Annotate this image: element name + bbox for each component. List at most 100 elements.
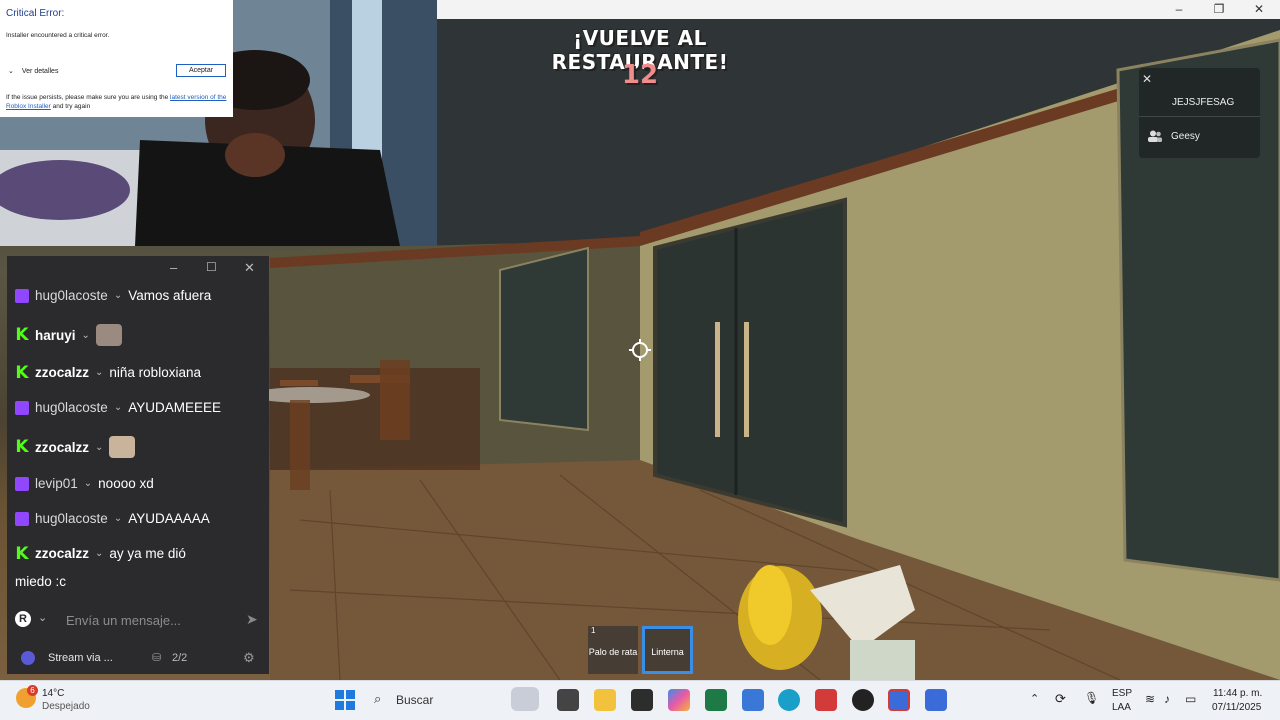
volume-icon[interactable]: ♪: [1164, 692, 1170, 706]
players-panel-label: JEJSJFESAG: [1172, 97, 1235, 108]
game-window-titlebar: – ❐ ✕: [437, 0, 1280, 19]
chevron-down-icon[interactable]: ⌄: [114, 513, 122, 524]
viewers-count: 2/2: [172, 652, 188, 664]
chat-titlebar: – ☐ ✕: [7, 256, 269, 282]
chat-message: hug0lacoste ⌄ AYUDAMEEEE: [15, 400, 221, 415]
accept-button[interactable]: Aceptar: [176, 64, 226, 77]
player-row[interactable]: Geesy: [1148, 130, 1200, 142]
slot-item-name: Linterna: [651, 647, 684, 657]
crosshair-icon: [629, 339, 651, 361]
language-bottom[interactable]: LAA: [1112, 702, 1131, 713]
chat-message-continuation: miedo :c: [15, 574, 66, 589]
slot-item-name: Palo de rata: [588, 647, 638, 657]
footer-text: If the issue persists, please make sure …: [6, 94, 169, 101]
chevron-down-icon: ⌄: [8, 68, 14, 75]
critical-error-dialog: Critical Error: Installer encountered a …: [0, 0, 233, 117]
roblox-player-icon[interactable]: [925, 689, 947, 711]
restream-icon: R: [15, 611, 31, 627]
twitch-icon: [15, 511, 29, 526]
weather-temp[interactable]: 14°C: [42, 688, 64, 699]
roblox-icon[interactable]: [888, 689, 910, 711]
kick-icon: K: [15, 325, 29, 345]
search-label: Buscar: [396, 693, 434, 707]
copilot-icon[interactable]: [668, 689, 690, 711]
edge-icon[interactable]: [778, 689, 800, 711]
dialog-title: Critical Error:: [6, 8, 65, 19]
chevron-down-icon[interactable]: ⌄: [114, 290, 122, 301]
minimize-button[interactable]: –: [1159, 0, 1199, 19]
sync-icon[interactable]: ⟳: [1055, 691, 1066, 707]
chevron-up-icon[interactable]: ⌃: [1030, 692, 1039, 705]
send-icon[interactable]: ➤: [246, 611, 258, 628]
slot-number: 1: [591, 626, 596, 635]
chat-text: miedo :c: [15, 574, 67, 589]
file-explorer-icon[interactable]: [594, 689, 616, 711]
start-icon[interactable]: [335, 690, 355, 710]
chevron-down-icon[interactable]: ⌄: [82, 330, 90, 341]
kick-icon: K: [15, 362, 29, 383]
chat-username[interactable]: levip01: [35, 476, 78, 491]
todo-icon[interactable]: [742, 689, 764, 711]
players-panel: ✕ JEJSJFESAG Geesy: [1139, 68, 1260, 158]
hotbar-slot-1[interactable]: 1 Palo de rata: [588, 626, 638, 674]
microphone-icon[interactable]: 🎙: [1084, 691, 1099, 705]
cat-emote-icon: [95, 324, 122, 346]
chevron-down-icon[interactable]: ⌄: [84, 478, 92, 489]
chat-window: – ☐ ✕ hug0lacoste ⌄ Vamos afuera K haruy…: [7, 256, 269, 674]
clock-date[interactable]: 07/11/2025: [1212, 702, 1261, 713]
stream-icon: [21, 651, 35, 665]
footer-suffix: and try again: [52, 103, 91, 110]
chat-input-placeholder: Envía un mensaje...: [66, 613, 181, 628]
search-highlight-icon: [511, 687, 539, 711]
chevron-down-icon[interactable]: ⌄: [95, 367, 103, 378]
hotbar-slot-2[interactable]: Linterna: [642, 626, 693, 674]
restore-button[interactable]: ❐: [1199, 0, 1239, 19]
chat-message: hug0lacoste ⌄ Vamos afuera: [15, 288, 211, 303]
chat-input[interactable]: R ⌄ Envía un mensaje... ➤: [7, 605, 269, 635]
stream-label[interactable]: Stream via ...: [48, 652, 113, 664]
close-icon[interactable]: ✕: [1142, 72, 1152, 86]
maximize-button[interactable]: ☐: [206, 260, 217, 274]
clock-time[interactable]: 11:44 p. m.: [1213, 688, 1262, 699]
roblox-studio-icon[interactable]: [815, 689, 837, 711]
chat-text: Vamos afuera: [128, 288, 212, 303]
terminal-icon[interactable]: [557, 689, 579, 711]
chat-message: K zzocalzz ⌄ ay ya me dió: [15, 543, 186, 564]
chat-message: K zzocalzz ⌄ niña robloxiana: [15, 362, 201, 383]
chevron-down-icon[interactable]: ⌄: [95, 442, 103, 453]
chat-username[interactable]: zzocalzz: [35, 440, 89, 455]
minimize-button[interactable]: –: [170, 260, 177, 275]
dialog-message: Installer encountered a critical error.: [6, 32, 110, 39]
chevron-down-icon[interactable]: ⌄: [38, 611, 47, 624]
wifi-icon[interactable]: ≋: [1145, 692, 1155, 706]
twitch-icon: [15, 476, 29, 491]
divider: [1139, 116, 1260, 117]
chat-text: noooo xd: [98, 476, 154, 491]
excel-icon[interactable]: [705, 689, 727, 711]
gear-icon[interactable]: ⚙: [243, 650, 255, 666]
twitch-icon: [15, 288, 29, 303]
chat-username[interactable]: zzocalzz: [35, 546, 89, 561]
taskbar-search[interactable]: ⌕ Buscar: [366, 687, 539, 712]
chevron-down-icon[interactable]: ⌄: [114, 402, 122, 413]
language-top[interactable]: ESP: [1112, 688, 1132, 699]
chat-text: AYUDAAAAA: [128, 511, 210, 526]
chat-username[interactable]: zzocalzz: [35, 365, 89, 380]
chat-text: AYUDAMEEEE: [128, 400, 221, 415]
battery-icon[interactable]: ▭: [1185, 692, 1196, 706]
notion-icon[interactable]: [631, 689, 653, 711]
details-toggle[interactable]: ⌄ Ver detalles: [8, 67, 58, 76]
friends-icon: [1148, 130, 1162, 142]
close-window-button[interactable]: ✕: [1239, 0, 1279, 19]
obs-icon[interactable]: [852, 689, 874, 711]
player-name: Geesy: [1171, 130, 1200, 142]
chat-username[interactable]: hug0lacoste: [35, 511, 108, 526]
chat-username[interactable]: hug0lacoste: [35, 400, 108, 415]
chat-message: hug0lacoste ⌄ AYUDAAAAA: [15, 511, 210, 526]
chat-username[interactable]: hug0lacoste: [35, 288, 108, 303]
chevron-down-icon[interactable]: ⌄: [95, 548, 103, 559]
chat-username[interactable]: haruyi: [35, 328, 76, 343]
kick-icon: K: [15, 543, 29, 564]
chat-message: K haruyi ⌄: [15, 324, 122, 346]
close-button[interactable]: ✕: [244, 260, 255, 276]
